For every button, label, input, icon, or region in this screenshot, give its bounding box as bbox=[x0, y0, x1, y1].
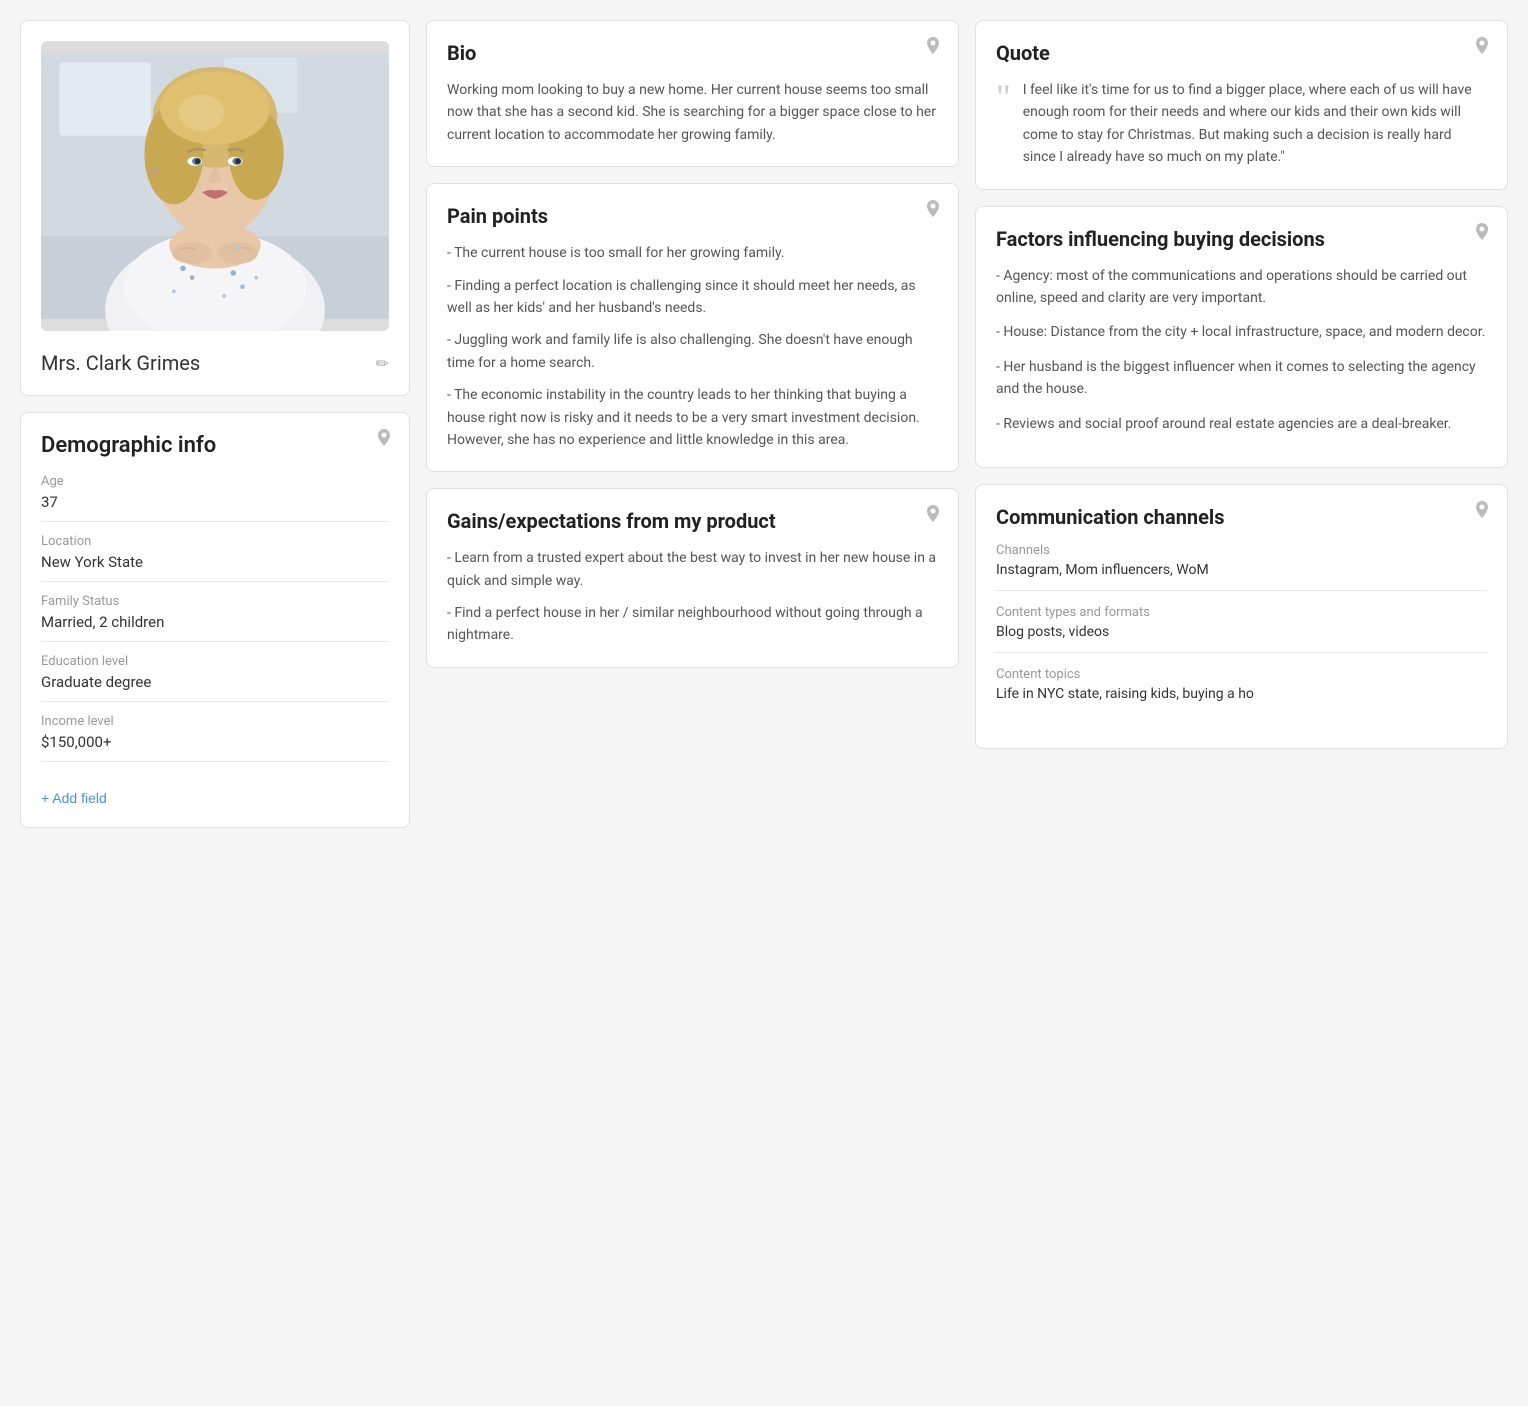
gains-item: - Find a perfect house in her / similar … bbox=[447, 602, 938, 647]
bio-card: Bio Working mom looking to buy a new hom… bbox=[426, 20, 959, 167]
profile-name-row: Mrs. Clark Grimes ✏ bbox=[41, 343, 389, 375]
demographic-field-value: New York State bbox=[41, 553, 389, 582]
pain-point-item: - The current house is too small for her… bbox=[447, 242, 938, 264]
demographic-fields: Age 37 Location New York State Family St… bbox=[41, 474, 389, 762]
profile-image bbox=[41, 41, 389, 331]
communication-fields: Channels Instagram, Mom influencers, WoM… bbox=[996, 543, 1487, 714]
quote-mark: " bbox=[996, 79, 1011, 169]
pain-points-title: Pain points bbox=[447, 204, 938, 228]
pain-point-item: - The economic instability in the countr… bbox=[447, 384, 938, 451]
bio-title: Bio bbox=[447, 41, 938, 65]
demographic-field-value: Married, 2 children bbox=[41, 613, 389, 642]
demographic-card: Demographic info Age 37 Location New Yor… bbox=[20, 412, 410, 828]
demographic-field-value: 37 bbox=[41, 493, 389, 522]
gains-pin-icon[interactable] bbox=[924, 505, 942, 532]
gains-title: Gains/expectations from my product bbox=[447, 509, 938, 533]
quote-title: Quote bbox=[996, 41, 1487, 65]
pain-point-item: - Juggling work and family life is also … bbox=[447, 329, 938, 374]
right-column: Quote " I feel like it's time for us to … bbox=[975, 20, 1508, 828]
pain-points-content: - The current house is too small for her… bbox=[447, 242, 938, 451]
factors-content: - Agency: most of the communications and… bbox=[996, 265, 1487, 435]
communication-field-value: Instagram, Mom influencers, WoM bbox=[996, 562, 1487, 591]
demographic-field-label: Income level bbox=[41, 714, 389, 729]
left-column: Mrs. Clark Grimes ✏ Demographic info Age… bbox=[20, 20, 410, 828]
profile-name: Mrs. Clark Grimes bbox=[41, 351, 200, 375]
profile-image-wrapper bbox=[41, 41, 389, 331]
demographic-field: Age 37 bbox=[41, 474, 389, 522]
gains-content: - Learn from a trusted expert about the … bbox=[447, 547, 938, 647]
demographic-field-value: $150,000+ bbox=[41, 733, 389, 762]
demographic-field-label: Education level bbox=[41, 654, 389, 669]
communication-field-label: Content topics bbox=[996, 667, 1487, 682]
factors-item: - Her husband is the biggest influencer … bbox=[996, 356, 1487, 401]
demographic-field-label: Location bbox=[41, 534, 389, 549]
communication-field-value: Life in NYC state, raising kids, buying … bbox=[996, 686, 1487, 714]
profile-card: Mrs. Clark Grimes ✏ bbox=[20, 20, 410, 396]
bio-pin-icon[interactable] bbox=[924, 37, 942, 64]
factors-card: Factors influencing buying decisions - A… bbox=[975, 206, 1508, 468]
factors-title: Factors influencing buying decisions bbox=[996, 227, 1487, 251]
gains-card: Gains/expectations from my product - Lea… bbox=[426, 488, 959, 668]
quote-pin-icon[interactable] bbox=[1473, 37, 1491, 64]
pain-points-pin-icon[interactable] bbox=[924, 200, 942, 227]
communication-title: Communication channels bbox=[996, 505, 1487, 529]
demographic-field-value: Graduate degree bbox=[41, 673, 389, 702]
bio-text: Working mom looking to buy a new home. H… bbox=[447, 79, 938, 146]
factors-item: - Agency: most of the communications and… bbox=[996, 265, 1487, 310]
communication-field-value: Blog posts, videos bbox=[996, 624, 1487, 653]
demographic-field: Education level Graduate degree bbox=[41, 654, 389, 702]
demographic-field: Income level $150,000+ bbox=[41, 714, 389, 762]
demographic-field-label: Family Status bbox=[41, 594, 389, 609]
communication-field: Channels Instagram, Mom influencers, WoM bbox=[996, 543, 1487, 591]
demographic-field: Location New York State bbox=[41, 534, 389, 582]
gains-item: - Learn from a trusted expert about the … bbox=[447, 547, 938, 592]
middle-column: Bio Working mom looking to buy a new hom… bbox=[426, 20, 959, 828]
communication-card: Communication channels Channels Instagra… bbox=[975, 484, 1508, 749]
pain-point-item: - Finding a perfect location is challeng… bbox=[447, 275, 938, 320]
communication-field: Content topics Life in NYC state, raisin… bbox=[996, 667, 1487, 714]
demographic-field: Family Status Married, 2 children bbox=[41, 594, 389, 642]
communication-field-label: Channels bbox=[996, 543, 1487, 558]
communication-field: Content types and formats Blog posts, vi… bbox=[996, 605, 1487, 653]
factors-item: - House: Distance from the city + local … bbox=[996, 321, 1487, 343]
pain-points-card: Pain points - The current house is too s… bbox=[426, 183, 959, 472]
quote-card: Quote " I feel like it's time for us to … bbox=[975, 20, 1508, 190]
quote-text: I feel like it's time for us to find a b… bbox=[1023, 79, 1487, 169]
add-field-button[interactable]: + Add field bbox=[41, 790, 107, 806]
factors-item: - Reviews and social proof around real e… bbox=[996, 413, 1487, 435]
demographic-title: Demographic info bbox=[41, 433, 389, 458]
factors-pin-icon[interactable] bbox=[1473, 223, 1491, 250]
demographic-pin-icon[interactable] bbox=[375, 429, 393, 456]
demographic-field-label: Age bbox=[41, 474, 389, 489]
edit-icon[interactable]: ✏ bbox=[376, 354, 389, 373]
communication-pin-icon[interactable] bbox=[1473, 501, 1491, 528]
communication-field-label: Content types and formats bbox=[996, 605, 1487, 620]
